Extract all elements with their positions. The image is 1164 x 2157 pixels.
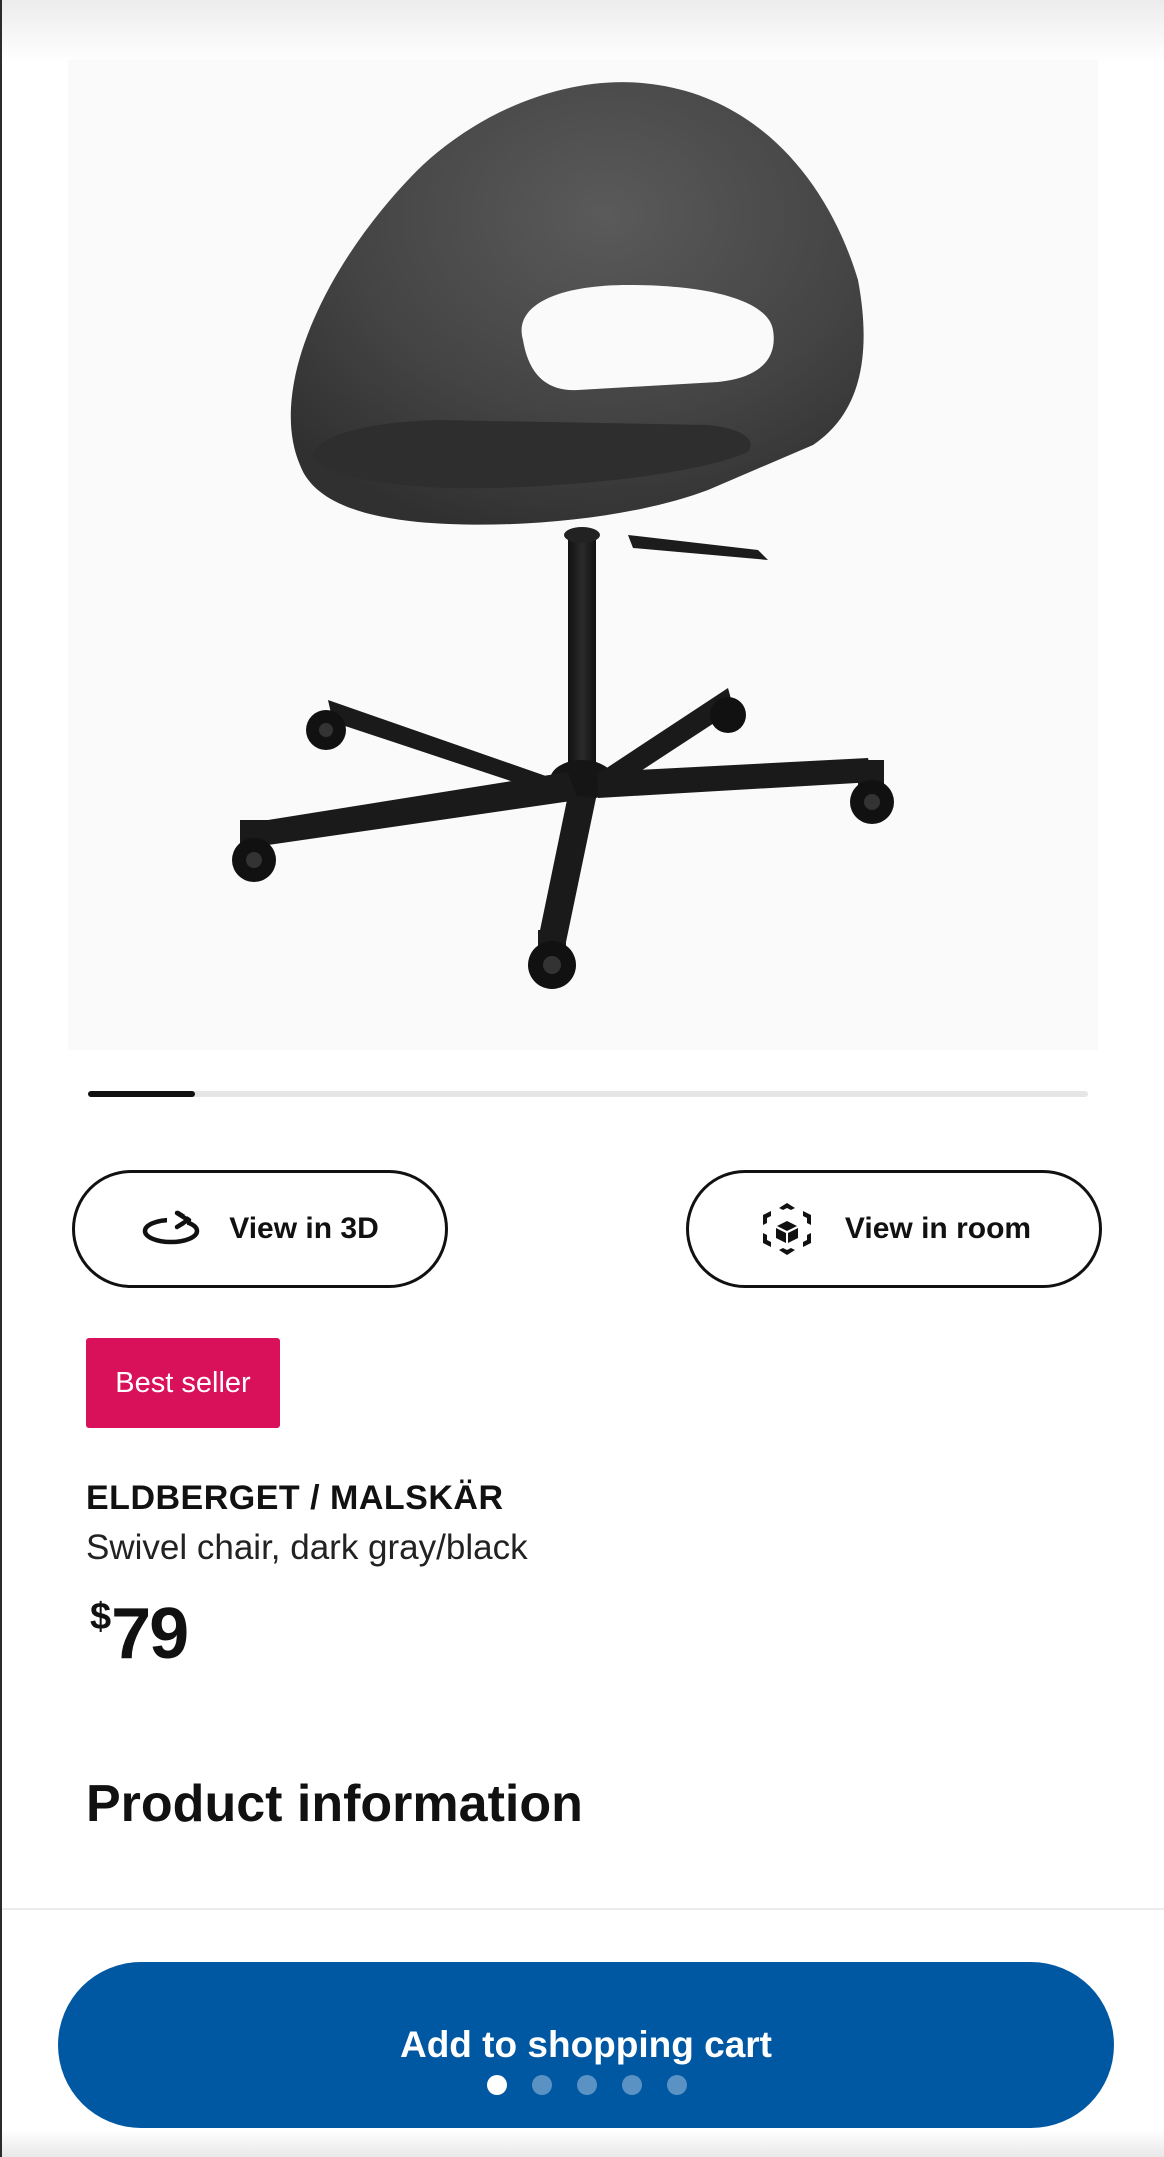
chair-leg-back-left <box>328 700 568 800</box>
product-information-heading[interactable]: Product information <box>86 1774 583 1834</box>
image-gallery-progress <box>88 1091 1088 1097</box>
view-in-room-button[interactable]: View in room <box>686 1170 1102 1288</box>
top-fade <box>2 0 1164 64</box>
rotate-3d-icon <box>141 1209 201 1249</box>
page-indicator-dot[interactable] <box>576 2075 597 2095</box>
page-indicator-dot[interactable] <box>531 2075 552 2095</box>
page-indicator-dot[interactable] <box>666 2075 687 2095</box>
price-currency: $ <box>90 1596 112 1638</box>
chair-lever <box>628 535 768 560</box>
product-page: View in 3D View in room Best seller ELDB… <box>0 0 1164 2157</box>
product-name: ELDBERGET / MALSKÄR <box>86 1479 504 1517</box>
page-indicator-dot[interactable] <box>621 2075 642 2095</box>
page-indicator <box>2 2075 1164 2095</box>
chair-back-opening <box>521 285 774 391</box>
product-image[interactable] <box>68 60 1098 1050</box>
bottom-fade <box>2 2130 1164 2157</box>
ar-cube-icon <box>757 1199 817 1259</box>
view-in-3d-label: View in 3D <box>229 1212 379 1245</box>
product-price: $79 <box>90 1590 189 1678</box>
chair-leg-front <box>538 795 596 942</box>
best-seller-badge: Best seller <box>86 1338 280 1428</box>
gallery-progress-indicator <box>88 1091 195 1097</box>
product-description: Swivel chair, dark gray/black <box>86 1528 528 1567</box>
chair-illustration <box>232 82 894 989</box>
page-indicator-dot[interactable] <box>486 2075 507 2095</box>
view-in-room-label: View in room <box>844 1212 1032 1245</box>
price-amount: 79 <box>111 1594 189 1674</box>
add-to-cart-button[interactable]: Add to shopping cart <box>58 1962 1114 2128</box>
pole-cap <box>564 527 600 543</box>
add-to-cart-label: Add to shopping cart <box>399 2024 773 2065</box>
view-in-3d-button[interactable]: View in 3D <box>72 1170 448 1288</box>
chair-pole <box>568 530 596 770</box>
